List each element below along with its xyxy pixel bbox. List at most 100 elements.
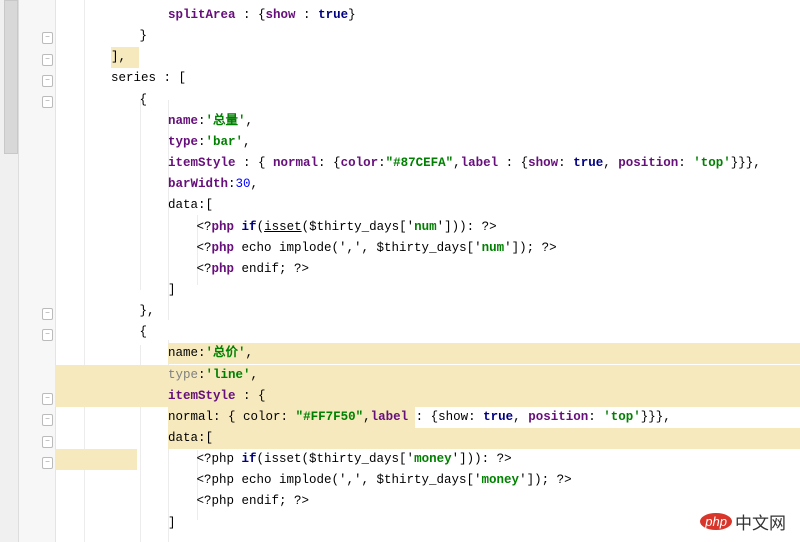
code-line[interactable]: name:'总量',	[55, 111, 800, 132]
code-line[interactable]: ]	[55, 280, 800, 301]
line-highlight	[55, 385, 800, 407]
code-token: barWidth	[168, 177, 229, 192]
code-line[interactable]: series : [	[55, 68, 800, 89]
code-line[interactable]: {	[55, 322, 800, 343]
code-token: series : [	[111, 71, 187, 86]
fold-toggle-icon[interactable]: −	[42, 96, 53, 108]
code-token: echo implode(',', $thirty_days['	[234, 240, 482, 255]
code-token: : {	[318, 156, 341, 171]
fold-toggle-icon[interactable]: −	[42, 75, 53, 87]
code-line[interactable]: barWidth:30,	[55, 174, 800, 195]
code-token: :	[198, 113, 206, 128]
code-line[interactable]: normal: { color: "#FF7F50",label : {show…	[55, 406, 800, 428]
fold-toggle-icon[interactable]: −	[42, 32, 53, 44]
code-token: 'top'	[603, 409, 641, 424]
code-token: :	[198, 346, 206, 361]
fold-toggle-icon[interactable]: −	[42, 457, 53, 469]
code-token: color	[340, 156, 379, 171]
code-line[interactable]: data:[	[55, 195, 800, 216]
code-token: ,	[513, 409, 529, 424]
code-token: }	[348, 8, 356, 22]
vertical-scrollbar[interactable]	[0, 0, 19, 542]
code-token: <?	[196, 261, 212, 276]
code-token: php	[211, 219, 235, 234]
code-token: php	[211, 240, 235, 255]
fold-toggle-icon[interactable]: −	[42, 308, 53, 320]
code-line[interactable]: <?php endif; ?>	[55, 491, 800, 512]
code-line[interactable]: ],	[55, 47, 800, 69]
code-token: position	[528, 409, 589, 424]
fold-toggle-icon[interactable]: −	[42, 329, 53, 341]
fold-toggle-icon[interactable]: −	[42, 393, 53, 405]
line-highlight	[168, 343, 800, 365]
code-token: (isset($thirty_days['	[256, 452, 415, 467]
code-line[interactable]: ]	[55, 513, 800, 534]
code-token: ,	[245, 113, 254, 128]
code-line[interactable]: type:'line',	[55, 364, 800, 386]
code-line[interactable]: <?php endif; ?>	[55, 259, 800, 280]
code-token: 'line'	[205, 367, 251, 382]
code-token: true	[573, 156, 604, 171]
code-token: ,	[245, 346, 254, 361]
code-token: splitArea	[168, 8, 236, 22]
code-token: color	[243, 409, 281, 424]
code-token: <?php echo implode(',', $thirty_days['	[196, 473, 482, 488]
code-token: ]	[111, 50, 119, 65]
code-token: 30	[235, 177, 251, 192]
code-line[interactable]: },	[55, 301, 800, 322]
code-token: itemStyle	[168, 388, 236, 403]
code-token: ,	[250, 367, 259, 382]
code-token: if	[241, 452, 257, 467]
code-token: "#87CEFA"	[385, 156, 454, 171]
line-highlight	[55, 449, 137, 471]
code-token: '总量'	[205, 113, 246, 128]
code-token: "#FF7F50"	[295, 409, 364, 424]
code-line[interactable]: itemStyle : {	[55, 385, 800, 407]
code-token: money	[414, 452, 452, 467]
code-token: :	[295, 8, 319, 22]
code-token: position	[618, 156, 679, 171]
code-line[interactable]: itemStyle : { normal: {color:"#87CEFA",l…	[55, 153, 800, 174]
fold-toggle-icon[interactable]: −	[42, 414, 53, 426]
code-token: :	[588, 409, 604, 424]
code-line[interactable]: <?php if(isset($thirty_days['money'])): …	[55, 449, 800, 471]
code-line[interactable]: data:[	[55, 428, 800, 449]
code-token: : {	[235, 388, 266, 403]
code-token: <?php	[196, 452, 242, 467]
code-token: : {	[235, 8, 266, 22]
code-line[interactable]: }	[55, 26, 800, 47]
code-token: name	[168, 346, 199, 361]
code-token: }}},	[640, 409, 671, 424]
code-line[interactable]: <?php if(isset($thirty_days['num'])): ?>	[55, 217, 800, 238]
code-token: normal	[168, 409, 214, 424]
code-token: },	[139, 304, 155, 319]
code-token: :	[378, 156, 386, 171]
code-token: '])): ?>	[451, 452, 512, 467]
code-token: name	[168, 113, 199, 128]
code-token: }}},	[730, 156, 761, 171]
code-token: num	[481, 240, 505, 255]
code-line[interactable]: {	[55, 90, 800, 111]
code-line[interactable]: name:'总价',	[55, 343, 800, 365]
code-token: data:[	[168, 198, 214, 213]
watermark-text: 中文网	[735, 514, 786, 534]
code-line[interactable]: <?php echo implode(',', $thirty_days['mo…	[55, 470, 800, 491]
code-token: :	[198, 134, 206, 149]
code-token: : {	[408, 409, 439, 424]
code-line[interactable]: type:'bar',	[55, 132, 800, 153]
code-token: ,	[250, 177, 259, 192]
fold-toggle-icon[interactable]: −	[42, 436, 53, 448]
code-token: '总价'	[205, 346, 246, 361]
code-token: ,	[453, 156, 461, 171]
code-token: if	[241, 219, 257, 234]
code-token: ,	[603, 156, 619, 171]
scrollbar-thumb[interactable]	[4, 0, 18, 154]
code-token: php	[211, 261, 235, 276]
fold-toggle-icon[interactable]: −	[42, 54, 53, 66]
code-token: num	[414, 219, 437, 234]
code-token: :	[198, 367, 206, 382]
code-line[interactable]: splitArea : {show : true}	[55, 5, 800, 26]
code-line[interactable]: <?php echo implode(',', $thirty_days['nu…	[55, 238, 800, 259]
code-token: <?	[196, 240, 212, 255]
code-token: ($thirty_days['	[301, 219, 415, 234]
